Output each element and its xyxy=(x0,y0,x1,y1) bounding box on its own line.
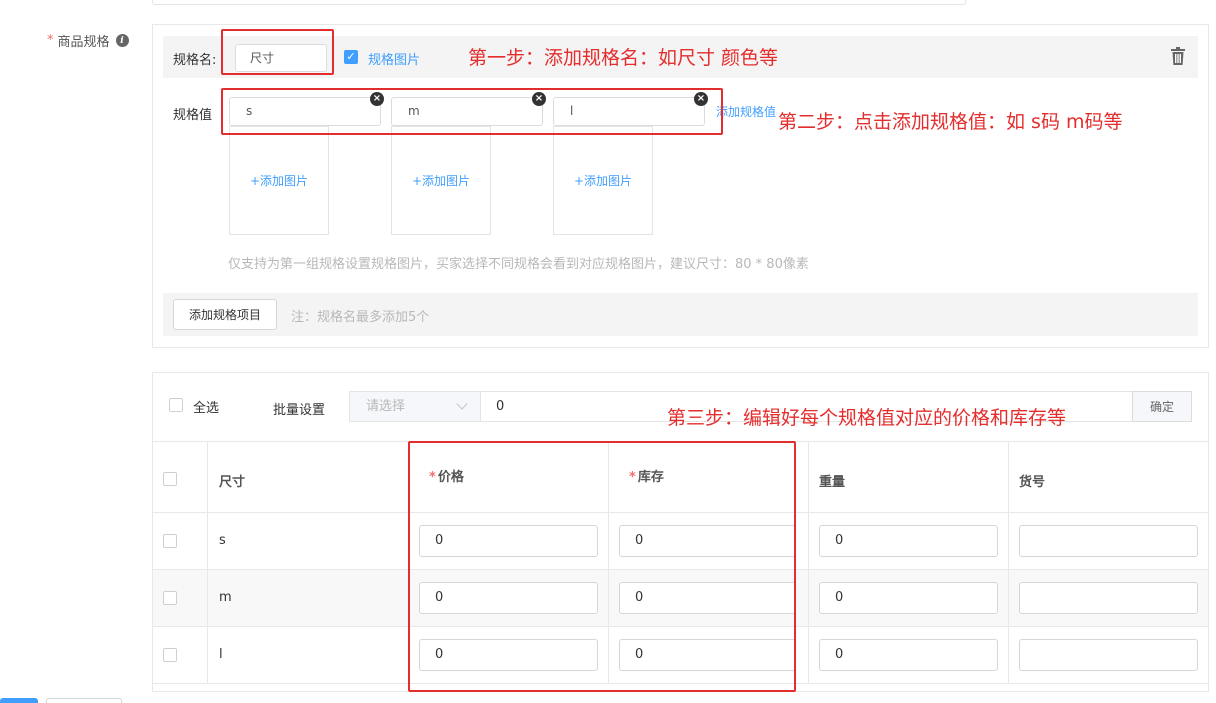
cancel-button[interactable] xyxy=(46,698,122,703)
row-size-s: s xyxy=(219,533,226,548)
add-spec-item-button[interactable]: 添加规格项目 xyxy=(173,299,277,330)
batch-select-placeholder: 请选择 xyxy=(366,399,406,414)
submit-button[interactable] xyxy=(0,698,38,703)
annotation-step3: 第三步：编辑好每个规格值对应的价格和库存等 xyxy=(667,407,1067,429)
weight-input-m[interactable]: 0 xyxy=(819,582,998,614)
info-icon[interactable]: i xyxy=(115,34,129,47)
table-col-border xyxy=(1008,441,1009,683)
required-mark: * xyxy=(47,33,54,48)
weight-input-l[interactable]: 0 xyxy=(819,639,998,671)
annotation-box-step3 xyxy=(408,441,796,692)
spec-image-checkbox[interactable]: ✓ xyxy=(344,50,358,64)
spec-image-hint: 仅支持为第一组规格设置规格图片，买家选择不同规格会看到对应规格图片，建议尺寸：8… xyxy=(228,257,809,272)
annotation-box-step2 xyxy=(221,88,723,135)
header-checkbox[interactable] xyxy=(163,472,177,486)
annotation-step2: 第二步：点击添加规格值：如 s码 m码等 xyxy=(778,111,1123,133)
add-image-label: +添加图片 xyxy=(249,174,309,188)
add-image-label: +添加图片 xyxy=(573,174,633,188)
select-all-checkbox[interactable] xyxy=(169,398,183,412)
spec-value-label: 规格值 xyxy=(173,108,213,123)
annotation-step1: 第一步：添加规格名：如尺寸 颜色等 xyxy=(468,47,779,69)
batch-setting-label: 批量设置 xyxy=(273,403,326,418)
add-image-box-s[interactable]: +添加图片 xyxy=(229,126,329,235)
table-col-border xyxy=(207,441,208,683)
weight-input-s[interactable]: 0 xyxy=(819,525,998,557)
annotation-box-step1 xyxy=(221,29,334,75)
previous-field-input[interactable] xyxy=(152,0,966,5)
batch-confirm-button[interactable]: 确定 xyxy=(1132,391,1192,422)
sku-input-l[interactable] xyxy=(1019,639,1198,671)
col-header-weight: 重量 xyxy=(819,475,846,490)
chevron-down-icon xyxy=(456,398,468,410)
batch-field-select[interactable]: 请选择 xyxy=(349,391,481,422)
add-item-note: 注：规格名最多添加5个 xyxy=(291,310,430,325)
row-checkbox-l[interactable] xyxy=(163,648,177,662)
add-image-box-l[interactable]: +添加图片 xyxy=(553,126,653,235)
product-spec-label-text: 商品规格 xyxy=(57,35,110,50)
spec-name-label: 规格名: xyxy=(173,53,217,68)
add-spec-value-link[interactable]: 添加规格值 xyxy=(716,103,776,120)
select-all-label: 全选 xyxy=(193,401,220,416)
sku-input-s[interactable] xyxy=(1019,525,1198,557)
product-spec-label: * 商品规格 i xyxy=(47,31,129,50)
row-size-m: m xyxy=(219,590,232,605)
spec-image-checkbox-label[interactable]: 规格图片 xyxy=(368,49,420,68)
row-checkbox-s[interactable] xyxy=(163,534,177,548)
col-header-size: 尺寸 xyxy=(219,475,246,490)
sku-input-m[interactable] xyxy=(1019,582,1198,614)
row-checkbox-m[interactable] xyxy=(163,591,177,605)
add-image-box-m[interactable]: +添加图片 xyxy=(391,126,491,235)
table-col-border xyxy=(808,441,809,683)
row-size-l: l xyxy=(219,647,223,662)
trash-icon[interactable] xyxy=(1168,46,1188,66)
col-header-sku: 货号 xyxy=(1019,475,1046,490)
add-image-label: +添加图片 xyxy=(411,174,471,188)
